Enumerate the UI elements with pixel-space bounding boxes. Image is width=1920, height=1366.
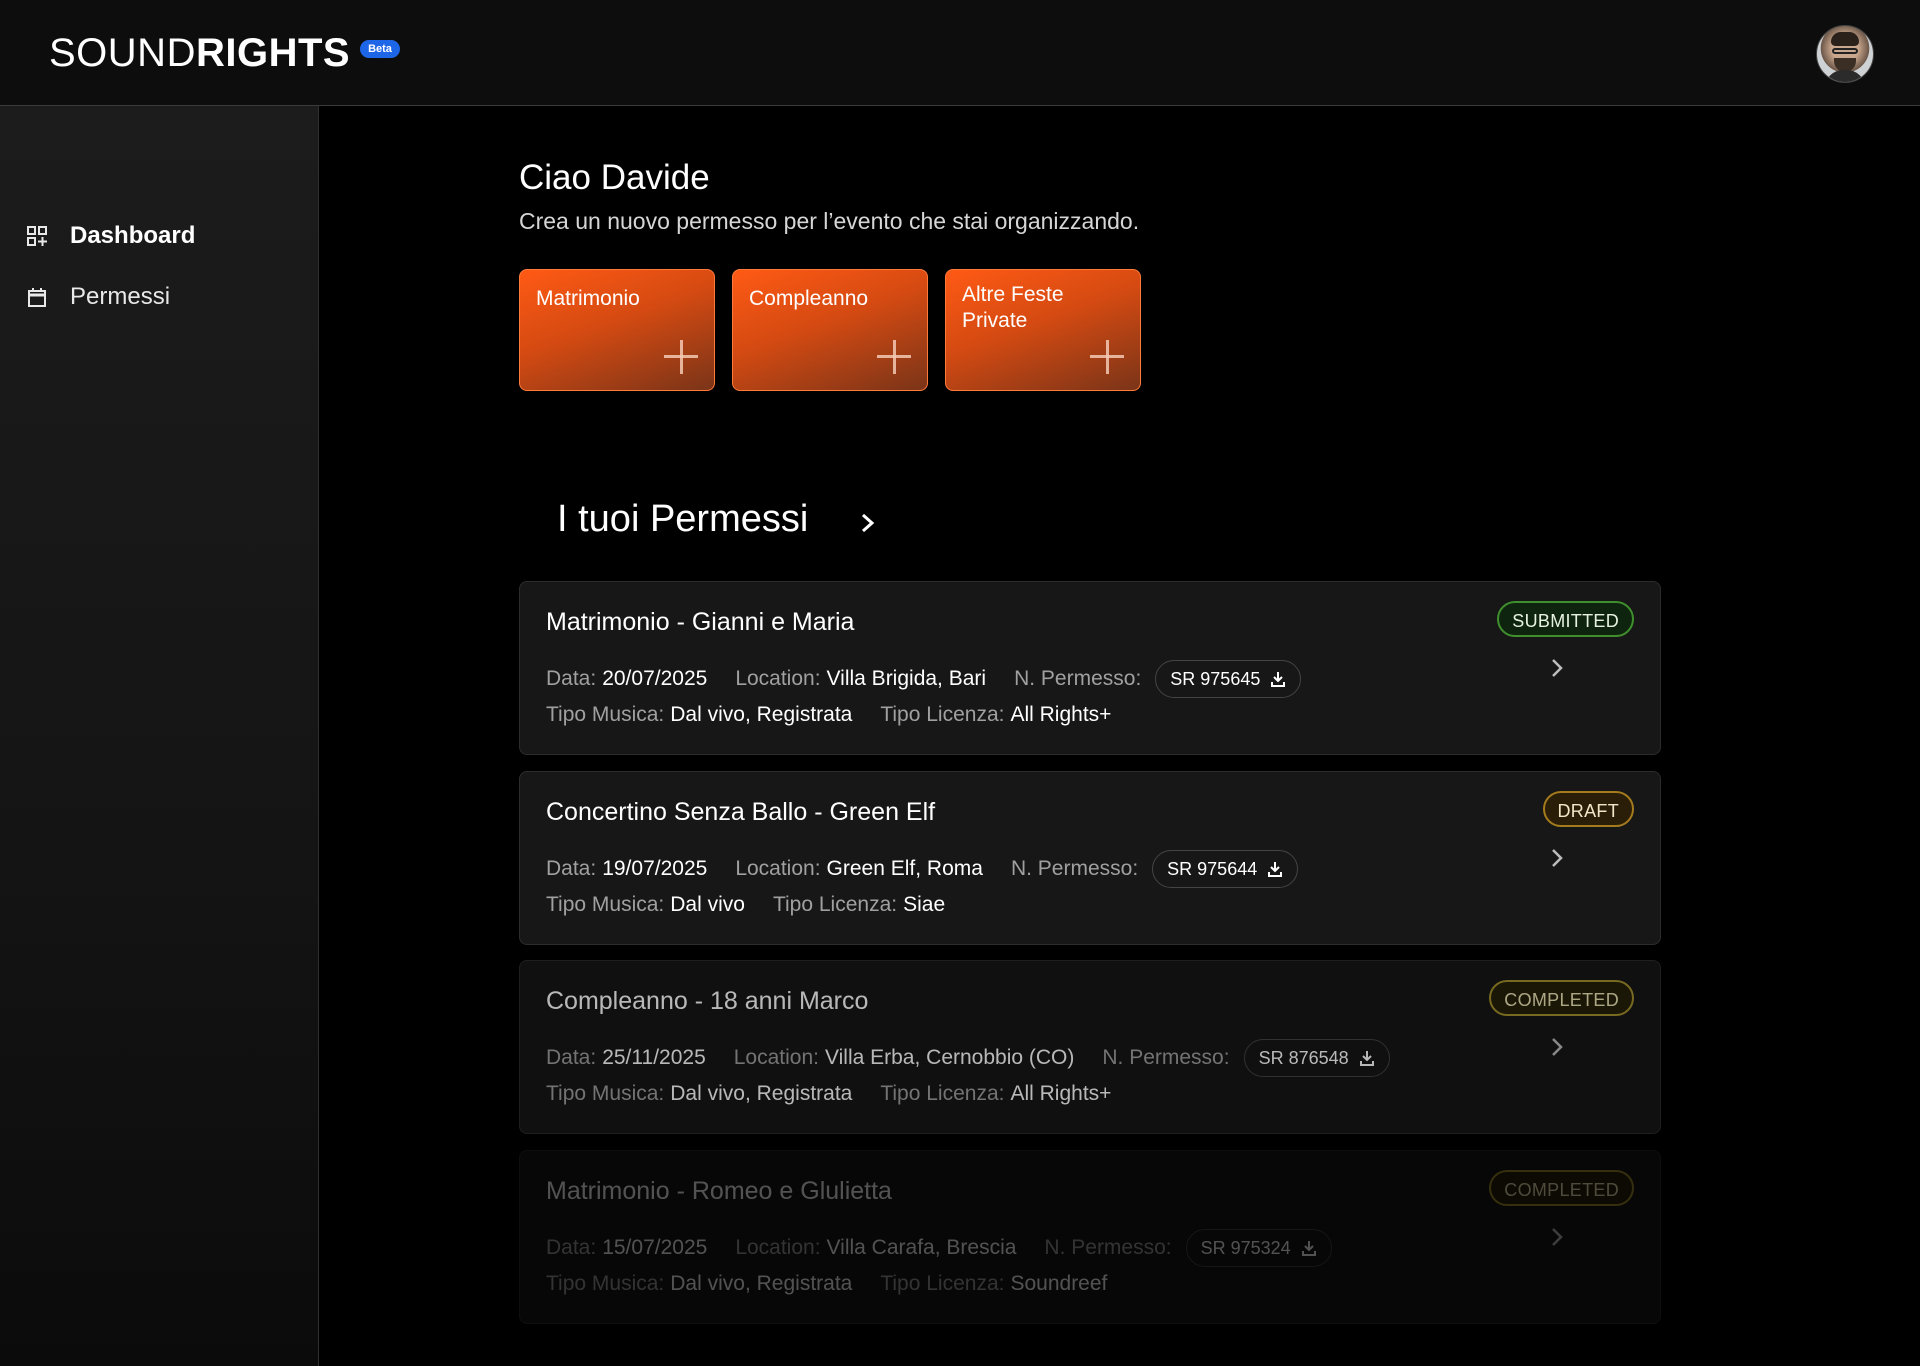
license-type-value: Siae	[903, 893, 946, 916]
location-label: Location:	[735, 1236, 821, 1259]
permit-details-row: Data: 15/07/2025 Location: Villa Carafa, B…	[546, 1229, 1332, 1267]
date-value: 15/07/2025	[602, 1236, 708, 1259]
new-permit-matrimonio-card[interactable]: Matrimonio	[519, 269, 715, 391]
music-type-label: Tipo Musica:	[546, 893, 665, 916]
sidebar: Dashboard Permessi	[0, 106, 319, 1366]
chevron-right-icon[interactable]	[1550, 846, 1564, 870]
license-type-label: Tipo Licenza:	[880, 703, 1005, 726]
permit-details-row: Data: 19/07/2025 Location: Green Elf, Roma…	[546, 850, 1299, 888]
date-label: Data:	[546, 667, 597, 690]
date-label: Data:	[546, 857, 597, 880]
event-type-label: Altre Feste Private	[962, 283, 1064, 332]
permit-number-value: SR 975645	[1170, 668, 1261, 689]
location-value: Green Elf, Roma	[826, 857, 983, 880]
permit-details-row: Data: 20/07/2025 Location: Villa Brigida, …	[546, 660, 1302, 698]
date-label: Data:	[546, 1046, 597, 1069]
permit-card[interactable]: Concertino Senza Ballo - Green Elf DRAFT…	[519, 771, 1661, 945]
location-value: Villa Carafa, Brescia	[826, 1236, 1017, 1259]
license-type-value: All Rights+	[1010, 1082, 1112, 1105]
date-value: 19/07/2025	[602, 857, 708, 880]
status-badge: COMPLETED	[1489, 980, 1634, 1016]
download-icon	[1301, 1241, 1316, 1256]
date-value: 20/07/2025	[602, 667, 708, 690]
chevron-right-icon[interactable]	[1550, 1035, 1564, 1059]
permit-title: Matrimonio - Romeo e Glulietta	[546, 1177, 892, 1205]
license-type-label: Tipo Licenza:	[880, 1082, 1005, 1105]
permit-title: Concertino Senza Ballo - Green Elf	[546, 798, 936, 826]
beta-badge: Beta	[360, 40, 400, 58]
permit-number-label: N. Permesso:	[1102, 1046, 1230, 1069]
music-type-label: Tipo Musica:	[546, 1082, 665, 1105]
permit-number-value: SR 975644	[1167, 858, 1258, 879]
sidebar-item-permessi[interactable]: Permessi	[26, 277, 170, 317]
plus-icon	[1090, 340, 1124, 374]
download-icon	[1268, 862, 1283, 877]
permit-number-value: SR 975324	[1200, 1237, 1291, 1258]
location-value: Villa Brigida, Bari	[826, 667, 987, 690]
chevron-right-icon[interactable]	[858, 510, 878, 536]
music-type-label: Tipo Musica:	[546, 703, 665, 726]
plus-icon	[877, 340, 911, 374]
logo-text-light: SOUND	[49, 31, 196, 75]
permit-details-row: Data: 25/11/2025 Location: Villa Erba, Cer…	[546, 1039, 1390, 1077]
music-type-value: Dal vivo	[670, 893, 745, 916]
permits-section-title: I tuoi Permessi	[557, 498, 809, 540]
license-type-label: Tipo Licenza:	[772, 893, 898, 916]
app-logo[interactable]: SOUND RIGHTS Beta	[49, 30, 400, 76]
license-type-value: Soundreef	[1010, 1272, 1108, 1295]
permit-details-row: Tipo Musica: Dal vivo, Registrata Tipo Li…	[546, 1272, 1107, 1296]
dashboard-grid-icon	[26, 225, 48, 247]
permit-title: Compleanno - 18 anni Marco	[546, 987, 869, 1015]
download-icon	[1271, 672, 1286, 687]
sidebar-item-dashboard[interactable]: Dashboard	[26, 216, 195, 256]
greeting-title: Ciao Davide	[519, 158, 710, 197]
event-type-label: Matrimonio	[536, 287, 640, 310]
permit-details-row: Tipo Musica: Dal vivo Tipo Licenza: Siae	[546, 893, 945, 917]
chevron-right-icon[interactable]	[1550, 1225, 1564, 1249]
sidebar-item-label: Dashboard	[70, 222, 196, 249]
permit-number-download-button[interactable]: SR 876548	[1243, 1039, 1390, 1077]
greeting-subtitle: Crea un nuovo permesso per l’evento che …	[519, 208, 1140, 234]
permit-card[interactable]: Compleanno - 18 anni Marco COMPLETED Dat…	[519, 960, 1661, 1134]
event-type-label: Compleanno	[749, 287, 869, 310]
new-permit-compleanno-card[interactable]: Compleanno	[732, 269, 928, 391]
music-type-label: Tipo Musica:	[546, 1272, 665, 1295]
permit-card[interactable]: Matrimonio - Romeo e Glulietta COMPLETED…	[519, 1150, 1661, 1324]
permit-number-value: SR 876548	[1258, 1047, 1349, 1068]
date-value: 25/11/2025	[602, 1046, 706, 1069]
download-icon	[1359, 1051, 1374, 1066]
permit-number-download-button[interactable]: SR 975645	[1155, 660, 1302, 698]
permit-card[interactable]: Matrimonio - Gianni e Maria SUBMITTED Da…	[519, 581, 1661, 755]
music-type-value: Dal vivo, Registrata	[670, 1272, 853, 1295]
location-label: Location:	[735, 667, 821, 690]
permit-title: Matrimonio - Gianni e Maria	[546, 608, 855, 636]
sidebar-item-label: Permessi	[70, 283, 171, 310]
location-label: Location:	[735, 857, 821, 880]
location-value: Villa Erba, Cernobbio (CO)	[824, 1046, 1075, 1069]
status-badge: COMPLETED	[1489, 1170, 1634, 1206]
permit-number-download-button[interactable]: SR 975324	[1185, 1229, 1332, 1267]
new-permit-altre-feste-card[interactable]: Altre Feste Private	[945, 269, 1141, 391]
permit-number-label: N. Permesso:	[1014, 667, 1142, 690]
plus-icon	[664, 340, 698, 374]
logo-text-bold: RIGHTS	[195, 31, 351, 75]
chevron-right-icon[interactable]	[1550, 656, 1564, 680]
location-label: Location:	[733, 1046, 819, 1069]
music-type-value: Dal vivo, Registrata	[670, 703, 853, 726]
status-badge: DRAFT	[1542, 791, 1634, 827]
top-header: SOUND RIGHTS Beta	[0, 0, 1920, 106]
date-label: Data:	[546, 1236, 597, 1259]
permit-number-label: N. Permesso:	[1044, 1236, 1172, 1259]
permit-number-label: N. Permesso:	[1010, 857, 1139, 880]
license-type-value: All Rights+	[1010, 703, 1112, 726]
permit-details-row: Tipo Musica: Dal vivo, Registrata Tipo Li…	[546, 1082, 1111, 1106]
music-type-value: Dal vivo, Registrata	[670, 1082, 853, 1105]
calendar-icon	[26, 286, 48, 308]
user-avatar[interactable]	[1816, 25, 1874, 83]
permit-details-row: Tipo Musica: Dal vivo, Registrata Tipo Li…	[546, 703, 1111, 727]
status-badge: SUBMITTED	[1497, 601, 1634, 637]
permit-number-download-button[interactable]: SR 975644	[1152, 850, 1299, 888]
license-type-label: Tipo Licenza:	[880, 1272, 1005, 1295]
